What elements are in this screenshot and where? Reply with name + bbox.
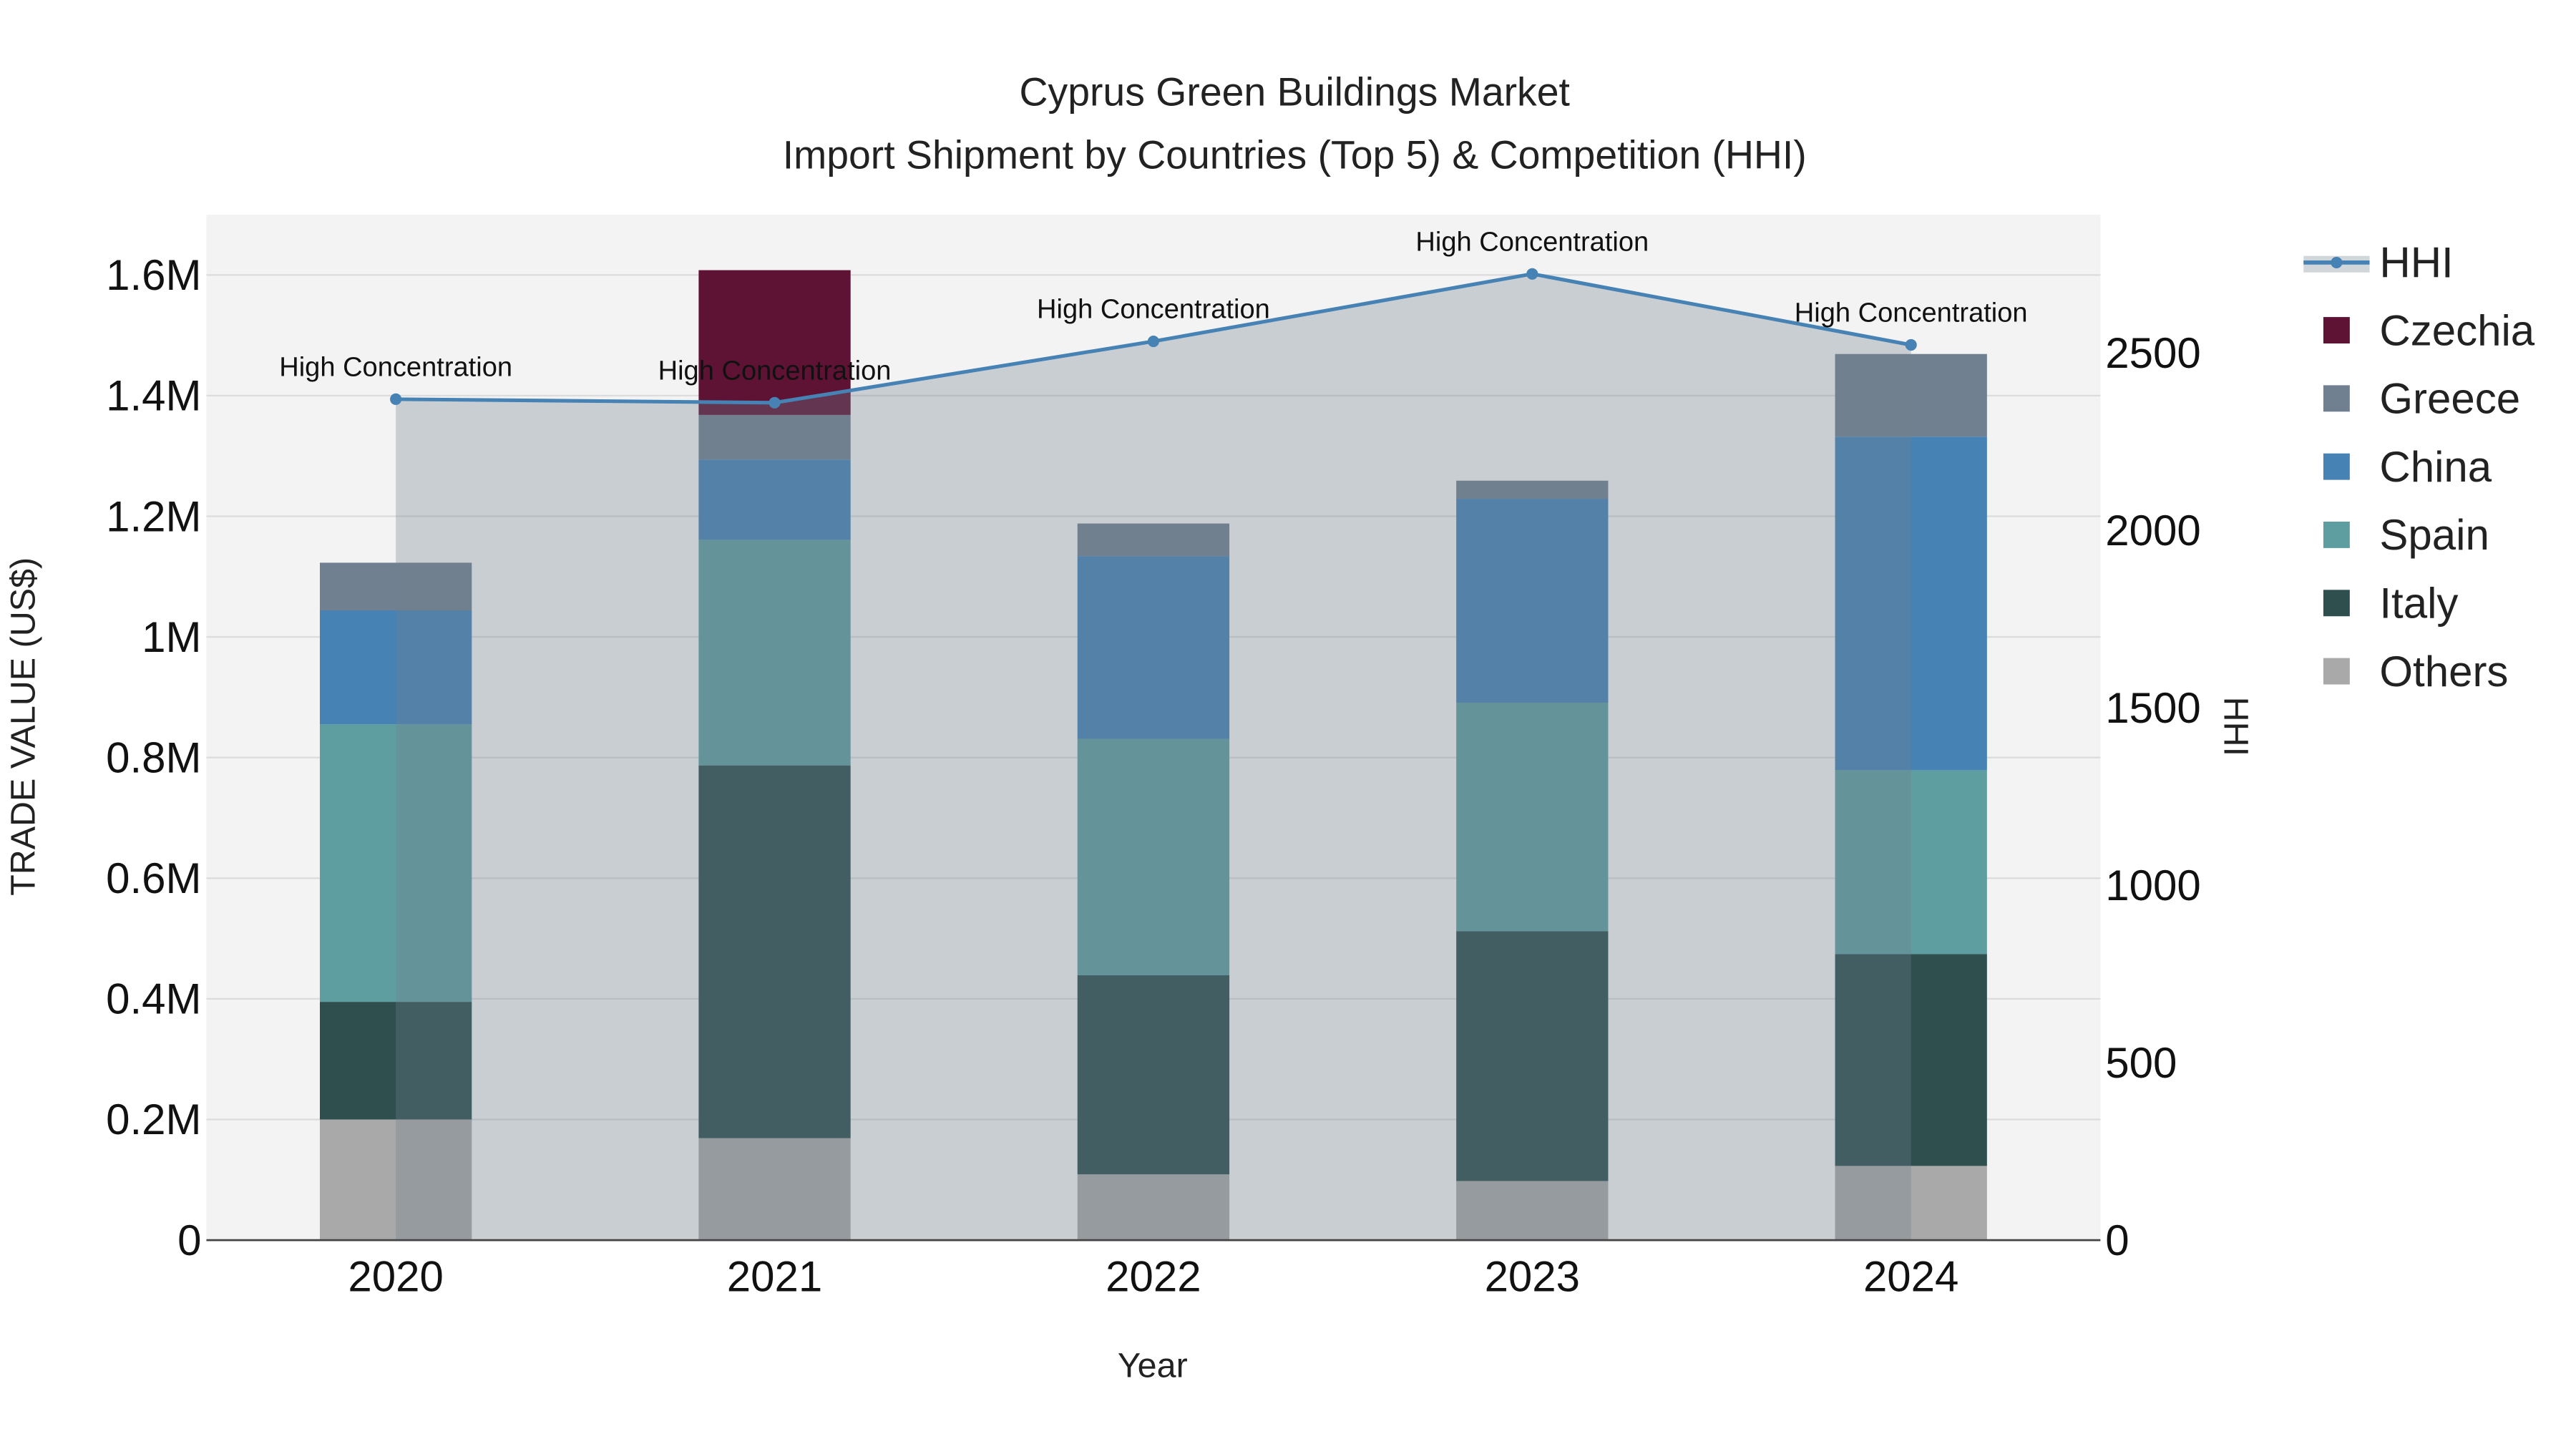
hhi-area [396, 273, 1911, 1241]
y-tick-label: 1.2M [106, 492, 201, 540]
hhi-point-2022 [1147, 335, 1159, 348]
y2-tick-label: 1000 [2105, 862, 2200, 909]
hhi-point-2024 [1905, 338, 1917, 351]
y-ticks: 0 0.2M 0.4M 0.6M 0.8M 1M 1.2M 1.4M 1.6M [106, 251, 201, 1264]
legend-label-czechia: Czechia [2379, 306, 2534, 354]
x-tick-label: 2020 [348, 1253, 443, 1301]
hhi-annotation: High Concentration [1795, 298, 2028, 328]
y2-axis-label: HHI [2216, 697, 2255, 756]
x-ticks: 2020 2021 2022 2023 2024 [348, 1253, 1958, 1301]
x-tick-label: 2024 [1863, 1253, 1958, 1301]
y-tick-label: 0.4M [106, 975, 201, 1023]
legend-label-spain: Spain [2379, 511, 2489, 559]
y2-ticks: 0 500 1000 1500 2000 2500 [2105, 329, 2200, 1264]
legend-hhi-marker [2331, 256, 2343, 268]
y2-tick-label: 500 [2105, 1039, 2177, 1087]
y2-tick-label: 2500 [2105, 329, 2200, 377]
y-tick-label: 0.2M [106, 1096, 201, 1143]
legend-label-italy: Italy [2379, 580, 2458, 628]
hhi-annotation: High Concentration [658, 356, 892, 386]
chart-subtitle: Import Shipment by Countries (Top 5) & C… [783, 132, 1807, 177]
x-tick-label: 2023 [1485, 1253, 1580, 1301]
legend-label-greece: Greece [2379, 375, 2520, 423]
y-tick-label: 1M [142, 613, 201, 661]
legend-label-china: China [2379, 443, 2492, 491]
hhi-annotation: High Concentration [1037, 295, 1270, 325]
chart: Cyprus Green Buildings Market Import Shi… [4, 70, 2535, 1385]
y2-tick-label: 0 [2105, 1216, 2129, 1264]
y2-tick-label: 2000 [2105, 507, 2200, 555]
y-tick-label: 0 [177, 1216, 201, 1264]
y-tick-label: 1.6M [106, 251, 201, 299]
hhi-area-fill [396, 273, 1911, 1241]
y-tick-label: 0.6M [106, 854, 201, 902]
legend-swatch-spain [2323, 522, 2350, 548]
legend-swatch-china [2323, 453, 2350, 480]
hhi-annotation: High Concentration [1415, 228, 1649, 258]
x-tick-label: 2022 [1106, 1253, 1201, 1301]
y-tick-label: 1.4M [106, 372, 201, 420]
hhi-point-2021 [769, 396, 781, 409]
x-tick-label: 2021 [727, 1253, 822, 1301]
hhi-point-2023 [1526, 268, 1538, 280]
legend-label-others: Others [2379, 648, 2508, 696]
hhi-point-2020 [390, 393, 402, 405]
chart-title: Cyprus Green Buildings Market [1020, 70, 1570, 114]
y2-tick-label: 1500 [2105, 684, 2200, 732]
y-tick-label: 0.8M [106, 733, 201, 781]
x-axis-label: Year [1118, 1347, 1188, 1385]
hhi-annotation: High Concentration [279, 353, 512, 383]
legend-swatch-others [2323, 658, 2350, 685]
legend-swatch-italy [2323, 590, 2350, 617]
y-axis-label: TRADE VALUE (US$) [4, 557, 42, 896]
legend: HHI Czechia Greece China Spain Italy Others [2303, 239, 2535, 696]
legend-label-hhi: HHI [2379, 239, 2453, 287]
legend-swatch-greece [2323, 385, 2350, 412]
legend-swatch-czechia [2323, 317, 2350, 343]
